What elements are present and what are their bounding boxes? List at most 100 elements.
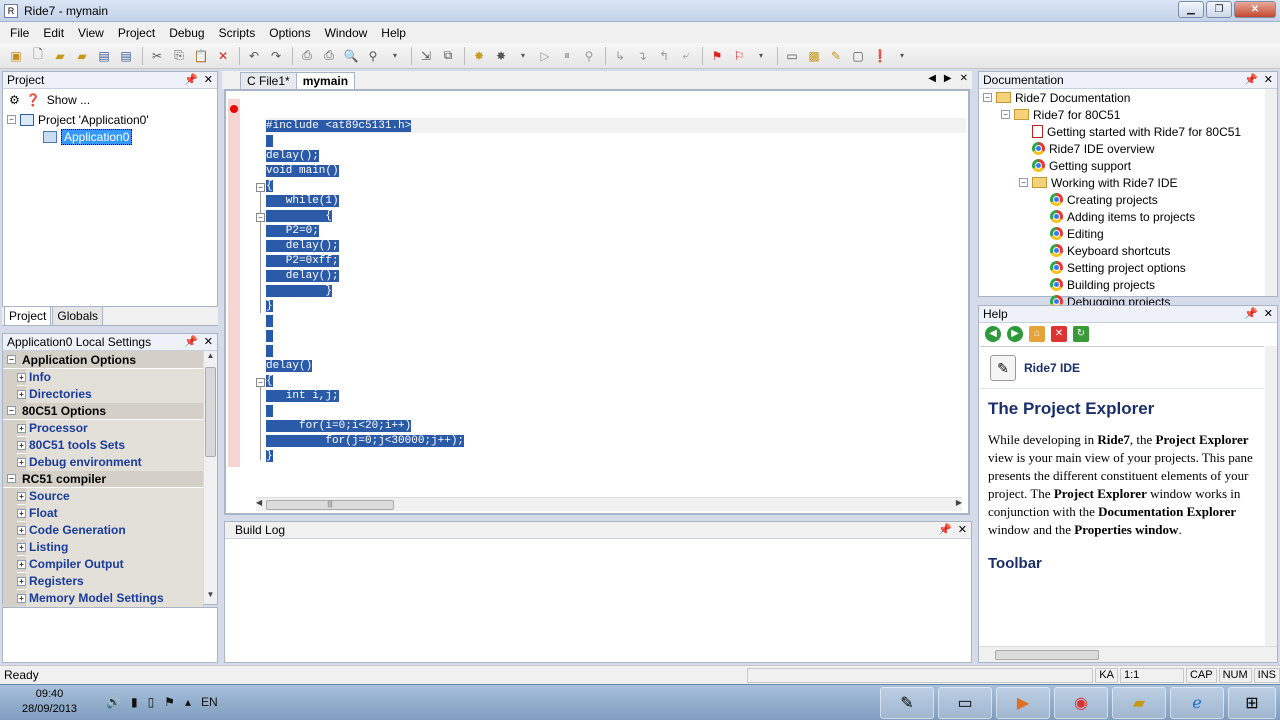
print-preview-icon[interactable]: ⎙ [319,47,339,65]
flag-icon[interactable]: ⚑ [164,695,175,709]
expand-icon[interactable]: + [17,559,26,569]
expand-icon[interactable]: + [17,423,26,433]
cut-icon[interactable]: ✂ [147,47,167,65]
editor-horizontal-scrollbar[interactable]: ◀ ||| ▶ [256,497,962,511]
documentation-scrollbar[interactable] [1265,89,1277,296]
tab-scroll-left-icon[interactable]: ◀ [928,73,936,84]
delete-icon[interactable]: ✕ [213,47,233,65]
find-replace-icon[interactable]: ⚲ [363,47,383,65]
paste-icon[interactable]: 📋 [191,47,211,65]
tree-item-project[interactable]: − Project 'Application0' [7,111,217,128]
pin-icon[interactable]: 📌 [1244,307,1258,320]
help-horizontal-scrollbar[interactable] [979,646,1277,662]
new-file-icon[interactable]: 🗋 [28,47,48,65]
expand-icon[interactable]: + [17,593,26,603]
settings-category[interactable]: − Application Options [3,351,203,368]
clock[interactable]: 09:40 28/09/2013 [22,687,77,717]
pin-icon[interactable]: 📌 [184,335,198,348]
settings-item-info[interactable]: + Info [3,368,203,386]
pin-icon[interactable]: 📌 [1244,73,1258,86]
doc-tree-item[interactable]: Building projects [983,276,1277,293]
expand-icon[interactable]: + [17,491,26,501]
open-file-icon[interactable]: ▰ [72,47,92,65]
close-button[interactable]: ✕ [1234,1,1276,18]
doc-tree-item[interactable]: Getting started with Ride7 for 80C51 [983,123,1277,140]
pin-icon[interactable]: 📌 [184,73,198,86]
scroll-thumb[interactable]: ||| [266,500,394,510]
expand-icon[interactable]: + [17,389,26,399]
build-all-icon[interactable]: ✸ [469,47,489,65]
expand-icon[interactable]: + [17,576,26,586]
fold-collapse-icon[interactable]: − [256,213,265,222]
taskbar-explorer-icon[interactable]: ▰ [1112,687,1166,719]
settings-item-processor[interactable]: + Processor [3,419,203,437]
watch-icon[interactable]: ✎ [826,47,846,65]
volume-icon[interactable]: 🔊 [106,695,121,709]
terminal-icon[interactable]: ▢ [848,47,868,65]
scroll-left-icon[interactable]: ◀ [256,498,262,507]
tab-mymain[interactable]: mymain [295,72,356,89]
menu-options[interactable]: Options [269,26,310,40]
doc-tree-item[interactable]: Editing [983,225,1277,242]
expand-icon[interactable]: + [17,372,26,382]
expand-icon[interactable]: + [17,525,26,535]
breakpoint-icon[interactable] [230,105,238,113]
doc-tree-item[interactable]: Ride7 IDE overview [983,140,1277,157]
menu-project[interactable]: Project [118,26,155,40]
devices-icon[interactable]: ▯ [148,695,155,709]
window-icon[interactable]: ▭ [782,47,802,65]
clear-breakpoints-icon[interactable]: ⚐ [729,47,749,65]
step-over-icon[interactable]: ↴ [632,47,652,65]
step-out-icon[interactable]: ↰ [654,47,674,65]
settings-item-directories[interactable]: + Directories [3,385,203,403]
taskbar-media-player-icon[interactable]: ▶ [996,687,1050,719]
build-icon[interactable]: ⧉ [438,47,458,65]
collapse-icon[interactable]: − [7,355,16,364]
settings-item-listing[interactable]: + Listing [3,538,203,556]
tab-scroll-right-icon[interactable]: ▶ [944,73,952,84]
settings-item-code-generation[interactable]: + Code Generation [3,521,203,539]
memory-icon[interactable]: ▩ [804,47,824,65]
reset-icon[interactable]: ⚲ [579,47,599,65]
help-scrollbar[interactable] [1265,346,1277,646]
start-windows-icon[interactable]: ⊞ [1228,687,1276,719]
scroll-thumb[interactable] [205,367,216,457]
debug-options-icon[interactable]: ✸ [491,47,511,65]
settings-item-compiler-output[interactable]: + Compiler Output [3,555,203,573]
find-icon[interactable]: 🔍 [341,47,361,65]
settings-scrollbar[interactable]: ▲ ▼ [203,351,217,604]
forward-icon[interactable]: ▶ [1007,326,1023,342]
menu-help[interactable]: Help [381,26,406,40]
language-indicator[interactable]: EN [201,695,218,709]
settings-category[interactable]: − RC51 compiler [3,470,203,487]
expand-icon[interactable]: + [17,542,26,552]
fold-collapse-icon[interactable]: − [256,378,265,387]
taskbar-chrome-icon[interactable]: ◉ [1054,687,1108,719]
tree-item-application[interactable]: Application0 [7,128,217,145]
save-all-icon[interactable]: ▤ [116,47,136,65]
dropdown-icon[interactable]: ▾ [385,47,405,65]
run-to-cursor-icon[interactable]: ⤶ [676,47,696,65]
run-icon[interactable]: ▷ [535,47,555,65]
settings-item-source[interactable]: + Source [3,487,203,505]
menu-scripts[interactable]: Scripts [219,26,256,40]
open-project-icon[interactable]: ▰ [50,47,70,65]
close-icon[interactable]: ✕ [1264,73,1273,86]
dropdown-icon[interactable]: ▾ [892,47,912,65]
menu-file[interactable]: File [10,26,29,40]
close-icon[interactable]: ✕ [204,73,213,86]
dropdown-icon[interactable]: ▾ [751,47,771,65]
doc-tree-item[interactable]: Adding items to projects [983,208,1277,225]
settings-item-debug-environment[interactable]: + Debug environment [3,453,203,471]
settings-item-tools-sets[interactable]: +80C51 tools Sets [3,436,203,454]
home-icon[interactable]: ⌂ [1029,326,1045,342]
show-menu-icon[interactable]: ❓ [26,93,41,107]
expand-icon[interactable]: + [17,508,26,518]
scroll-up-icon[interactable]: ▲ [204,351,217,365]
taskbar-ride7-icon[interactable]: ✎ [880,687,934,719]
close-icon[interactable]: ✕ [960,73,968,84]
tab-c-file1[interactable]: C File1* [240,72,297,89]
new-project-icon[interactable]: ▣ [6,47,26,65]
tab-project[interactable]: Project [4,306,52,325]
settings-item-registers[interactable]: + Registers [3,572,203,590]
